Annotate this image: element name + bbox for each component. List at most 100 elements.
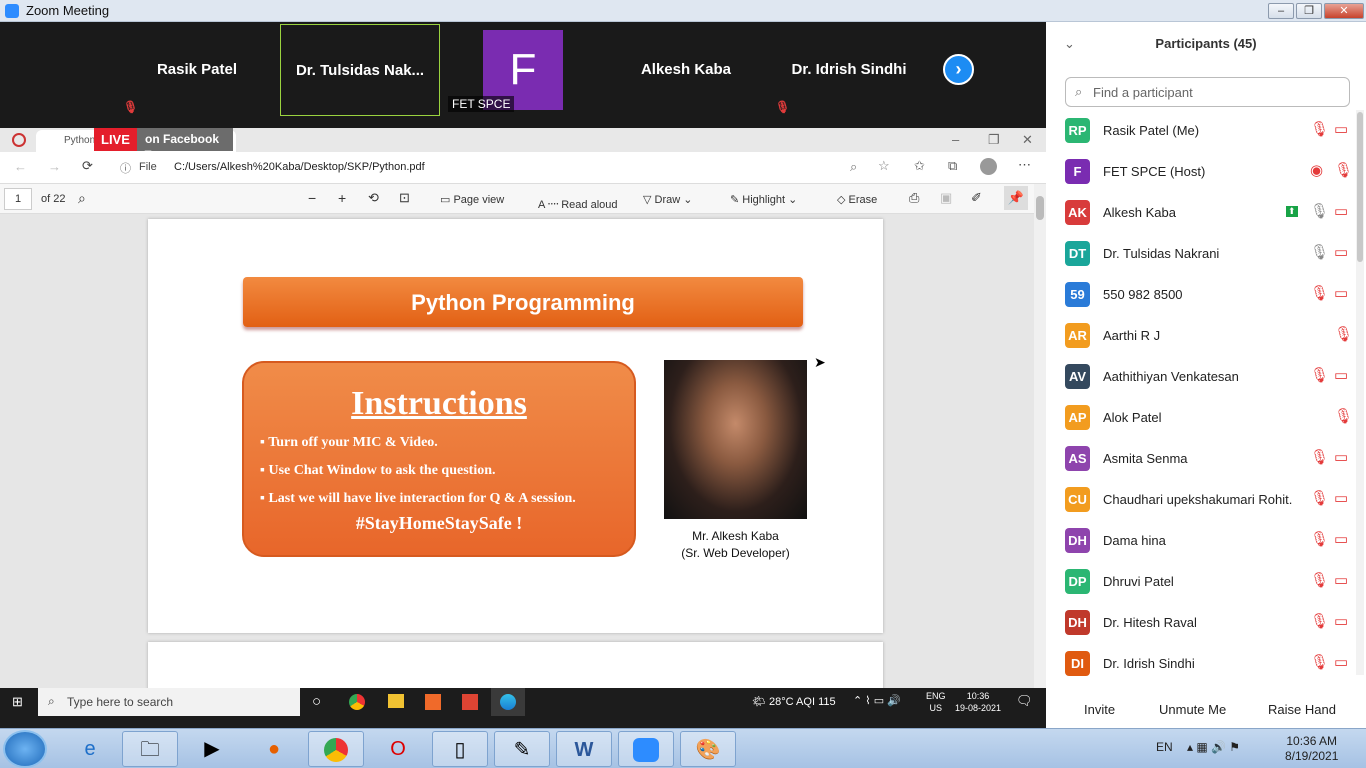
tray-icons[interactable]: ⌃ ⌇ ▭ 🔊 bbox=[853, 694, 901, 707]
language-indicator[interactable]: ENG US bbox=[926, 690, 946, 714]
paint-icon[interactable]: 🎨 bbox=[680, 731, 736, 767]
taskbar-search-input[interactable]: ⌕ Type here to search bbox=[38, 688, 300, 716]
participant-row[interactable]: DP Dhruvi Patel ▭ 🎙 bbox=[1046, 561, 1356, 602]
system-tray-icons[interactable]: ▴ ▦ 🔊 ⚑ bbox=[1187, 740, 1240, 754]
participant-row[interactable]: AP Alok Patel 🎙 bbox=[1046, 397, 1356, 438]
mic-icon[interactable]: 🎙 bbox=[1310, 448, 1329, 466]
language-indicator[interactable]: EN bbox=[1156, 740, 1173, 754]
mic-icon[interactable]: 🎙 bbox=[1334, 325, 1353, 343]
chrome-icon[interactable] bbox=[349, 694, 365, 710]
mic-icon[interactable]: 🎙 bbox=[1310, 366, 1329, 384]
zoom-taskbar-item[interactable] bbox=[618, 731, 674, 767]
erase-button[interactable]: ◇ Erase bbox=[837, 193, 877, 206]
save-icon[interactable]: ▣ bbox=[940, 190, 952, 206]
firefox-icon[interactable]: ● bbox=[246, 731, 302, 767]
mic-icon[interactable]: 🎙 bbox=[1310, 530, 1329, 548]
xampp-icon[interactable] bbox=[425, 694, 441, 710]
mic-icon[interactable]: 🎙 bbox=[1310, 243, 1329, 261]
video-off-icon[interactable]: ▭ bbox=[1334, 243, 1348, 261]
profile-avatar[interactable] bbox=[980, 158, 997, 175]
video-off-icon[interactable]: ▭ bbox=[1334, 530, 1348, 548]
inner-clock[interactable]: 10:36 19-08-2021 bbox=[955, 690, 1001, 714]
back-icon[interactable]: ← bbox=[14, 159, 27, 174]
participant-row[interactable]: F FET SPCE (Host) 🎙 ◉ bbox=[1046, 151, 1356, 192]
page-number-input[interactable]: 1 bbox=[4, 188, 32, 210]
word-icon[interactable]: W bbox=[556, 731, 612, 767]
mic-icon[interactable]: 🎙 bbox=[1310, 284, 1329, 302]
video-off-icon[interactable]: ▭ bbox=[1334, 571, 1348, 589]
video-tile-idrish[interactable]: Dr. Idrish Sindhi 🎙 bbox=[769, 24, 929, 116]
cortana-icon[interactable]: ○ bbox=[312, 693, 321, 710]
video-off-icon[interactable]: ▭ bbox=[1334, 120, 1348, 138]
folder-icon[interactable]: 🗀 bbox=[122, 731, 178, 767]
system-clock[interactable]: 10:36 AM 8/19/2021 bbox=[1285, 734, 1338, 764]
start-button[interactable] bbox=[3, 730, 47, 768]
on-facebook-badge[interactable]: on Facebook ▾ bbox=[137, 128, 233, 160]
mic-icon[interactable]: 🎙 bbox=[1310, 612, 1329, 630]
video-tile-rasik[interactable]: Rasik Patel 🎙 bbox=[117, 24, 277, 116]
zoom-out-icon[interactable]: − bbox=[308, 190, 316, 206]
mic-icon[interactable]: 🎙 bbox=[1334, 407, 1353, 425]
mic-icon[interactable]: 🎙 bbox=[1310, 571, 1329, 589]
participant-row[interactable]: RP Rasik Patel (Me) ▭ 🎙 bbox=[1046, 110, 1356, 151]
explorer-icon[interactable] bbox=[388, 694, 404, 708]
notepad-icon[interactable]: ✎ bbox=[494, 731, 550, 767]
participant-row[interactable]: CU Chaudhari upekshakumari Rohit... ▭ 🎙 bbox=[1046, 479, 1356, 520]
scroll-thumb[interactable] bbox=[1036, 196, 1044, 220]
windows-start-icon[interactable]: ⊞ bbox=[12, 694, 23, 710]
close-button[interactable]: ✕ bbox=[1324, 3, 1364, 19]
mic-icon[interactable]: 🎙 bbox=[1310, 653, 1329, 671]
ie-icon[interactable]: e bbox=[62, 731, 118, 767]
app-icon[interactable] bbox=[462, 694, 478, 710]
refresh-icon[interactable]: ⟳ bbox=[82, 158, 93, 174]
more-icon[interactable]: ⋯ bbox=[1018, 157, 1031, 173]
participants-scroll-thumb[interactable] bbox=[1357, 112, 1363, 262]
url-field[interactable]: C:/Users/Alkesh%20Kaba/Desktop/SKP/Pytho… bbox=[174, 161, 425, 173]
pdf-viewer[interactable]: Python Programming Instructions ▪ Turn o… bbox=[0, 214, 1034, 692]
video-off-icon[interactable]: ▭ bbox=[1334, 284, 1348, 302]
zoom-in-icon[interactable]: + bbox=[338, 190, 346, 206]
video-off-icon[interactable]: ▭ bbox=[1334, 448, 1348, 466]
video-off-icon[interactable]: ▭ bbox=[1334, 489, 1348, 507]
raise-hand-button[interactable]: Raise Hand bbox=[1268, 702, 1336, 717]
participant-search-input[interactable]: ⌕ Find a participant bbox=[1065, 77, 1350, 107]
browser-minimize-button[interactable]: – bbox=[952, 132, 959, 147]
unmute-me-button[interactable]: Unmute Me bbox=[1159, 702, 1226, 717]
search-icon[interactable]: ⌕ bbox=[78, 190, 86, 207]
participant-row[interactable]: AS Asmita Senma ▭ 🎙 bbox=[1046, 438, 1356, 479]
participant-row[interactable]: DH Dama hina ▭ 🎙 bbox=[1046, 520, 1356, 561]
browser-restore-button[interactable]: ❐ bbox=[988, 132, 1000, 148]
video-tile-alkesh[interactable]: Alkesh Kaba bbox=[606, 24, 766, 116]
restore-button[interactable]: ❐ bbox=[1296, 3, 1322, 19]
browser-close-button[interactable]: ✕ bbox=[1022, 132, 1033, 148]
participant-row[interactable]: 59 550 982 8500 ▭ 🎙 bbox=[1046, 274, 1356, 315]
invite-button[interactable]: Invite bbox=[1084, 702, 1115, 717]
share-icon[interactable]: ⬆ bbox=[1286, 206, 1298, 217]
favorites-icon[interactable]: ✩ bbox=[914, 158, 925, 174]
mic-icon[interactable]: 🎙 bbox=[1310, 202, 1329, 220]
participant-row[interactable]: AK Alkesh Kaba ▭ 🎙 ⬆ bbox=[1046, 192, 1356, 233]
participant-row[interactable]: DT Dr. Tulsidas Nakrani ▭ 🎙 bbox=[1046, 233, 1356, 274]
participant-row[interactable]: AV Aathithiyan Venkatesan ▭ 🎙 bbox=[1046, 356, 1356, 397]
video-off-icon[interactable]: ▭ bbox=[1334, 366, 1348, 384]
fit-page-icon[interactable]: ⊡ bbox=[399, 190, 410, 206]
print-icon[interactable]: ⎙ bbox=[909, 190, 919, 206]
rotate-icon[interactable]: ⟲ bbox=[368, 190, 379, 206]
document-icon[interactable]: ▯ bbox=[432, 731, 488, 767]
next-page-arrow-icon[interactable]: › bbox=[943, 54, 974, 85]
minimize-button[interactable]: – bbox=[1268, 3, 1294, 19]
opera-icon[interactable]: O bbox=[370, 731, 426, 767]
media-player-icon[interactable]: ▶ bbox=[184, 731, 240, 767]
favorite-icon[interactable]: ☆ bbox=[878, 158, 890, 174]
video-off-icon[interactable]: ▭ bbox=[1334, 653, 1348, 671]
highlight-button[interactable]: ✎ Highlight ⌄ bbox=[730, 193, 797, 206]
draw-button[interactable]: ▽ Draw ⌄ bbox=[643, 193, 692, 206]
participant-row[interactable]: DI Dr. Idrish Sindhi ▭ 🎙 bbox=[1046, 643, 1356, 684]
edge-taskbar-item[interactable] bbox=[491, 688, 525, 716]
pdf-scrollbar[interactable] bbox=[1034, 184, 1046, 688]
mic-icon[interactable]: 🎙 bbox=[1310, 489, 1329, 507]
notification-icon[interactable]: 🗨 bbox=[1016, 693, 1033, 709]
recording-icon[interactable]: ◉ bbox=[1310, 161, 1323, 179]
forward-icon[interactable]: → bbox=[48, 159, 61, 174]
read-aloud-button[interactable]: A᠁ Read aloud bbox=[538, 193, 618, 212]
